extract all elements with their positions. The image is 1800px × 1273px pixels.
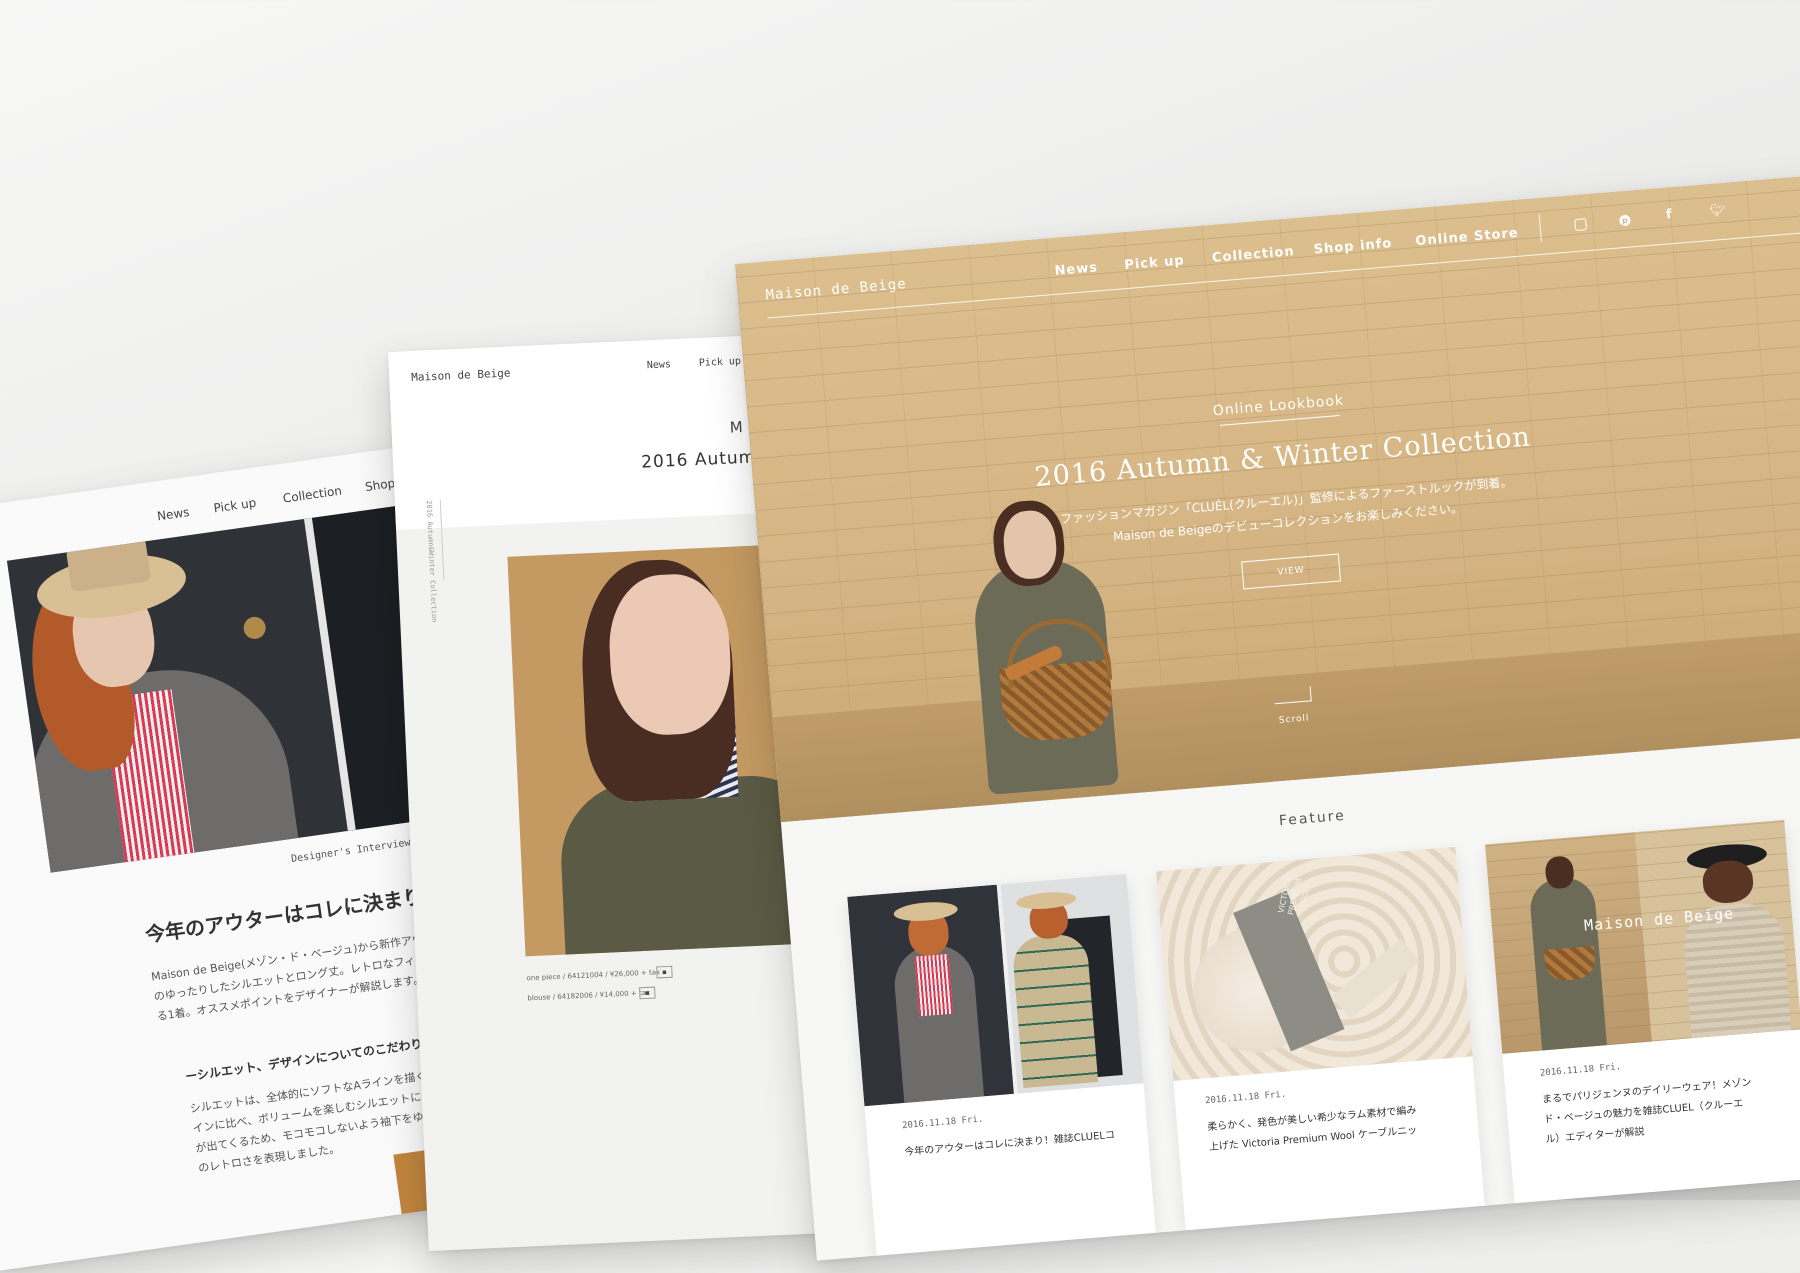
nav-shop[interactable]: Shop bbox=[364, 476, 396, 494]
feature-card-date: 2016.11.18 Fri. bbox=[1204, 1089, 1287, 1107]
facebook-icon[interactable]: f bbox=[1666, 207, 1673, 222]
feature-card-photo: Maison de Beige bbox=[1485, 819, 1800, 1054]
middle-nav-pickup[interactable]: Pick up bbox=[699, 356, 742, 369]
nav-online-store[interactable]: Online Store bbox=[1415, 226, 1519, 249]
instagram-icon[interactable] bbox=[1574, 218, 1588, 232]
middle-title-fragment-top: M bbox=[729, 417, 744, 437]
feature-card-photo bbox=[847, 873, 1144, 1107]
twitter-icon[interactable]: 🐦︎ bbox=[1709, 203, 1725, 218]
chevron-down-icon[interactable] bbox=[1273, 686, 1312, 705]
middle-caption-1: one piece / 64121004 / ¥26,000 + tax bbox=[526, 968, 661, 983]
feature-card[interactable]: VICTORIA PREMIUM WOOL 2016.11.18 Fri. 柔ら… bbox=[1156, 846, 1485, 1231]
feature-card[interactable]: Maison de Beige 2016.11.18 Fri. まるでパリジェン… bbox=[1485, 819, 1800, 1204]
feature-card-photo: VICTORIA PREMIUM WOOL bbox=[1156, 846, 1473, 1081]
feature-card-text: 今年のアウターはコレに決まり！雑誌CLUELコ bbox=[903, 1129, 1116, 1159]
nav-collection[interactable]: Collection bbox=[282, 484, 343, 506]
middle-caption-2: blouse / 64182006 / ¥14,000 + tax bbox=[527, 988, 651, 1003]
middle-nav-news[interactable]: News bbox=[647, 359, 672, 371]
cart-icon[interactable]: ▪ bbox=[656, 965, 673, 979]
feature-heading: Feature bbox=[1278, 807, 1347, 830]
nav-collection[interactable]: Collection bbox=[1212, 244, 1296, 266]
feature-card-text-3: ル）エディターが解説 bbox=[1545, 1126, 1645, 1146]
nav-pickup[interactable]: Pick up bbox=[1124, 253, 1185, 273]
feature-card-date: 2016.11.18 Fri. bbox=[1539, 1062, 1622, 1079]
feature-card[interactable]: 2016.11.18 Fri. 今年のアウターはコレに決まり！雑誌CLUELコ bbox=[847, 873, 1156, 1256]
cart-icon[interactable]: ▪ bbox=[639, 986, 656, 1000]
feature-card-date: 2016.11.18 Fri. bbox=[901, 1114, 984, 1132]
nav-news[interactable]: News bbox=[156, 505, 190, 523]
nav-pickup[interactable]: Pick up bbox=[213, 496, 257, 516]
home-page-mockup: Maison de Beige News Pick up Collection … bbox=[735, 170, 1800, 1261]
nav-news[interactable]: News bbox=[1054, 260, 1099, 279]
nav-shop-info[interactable]: Shop info bbox=[1313, 236, 1393, 257]
